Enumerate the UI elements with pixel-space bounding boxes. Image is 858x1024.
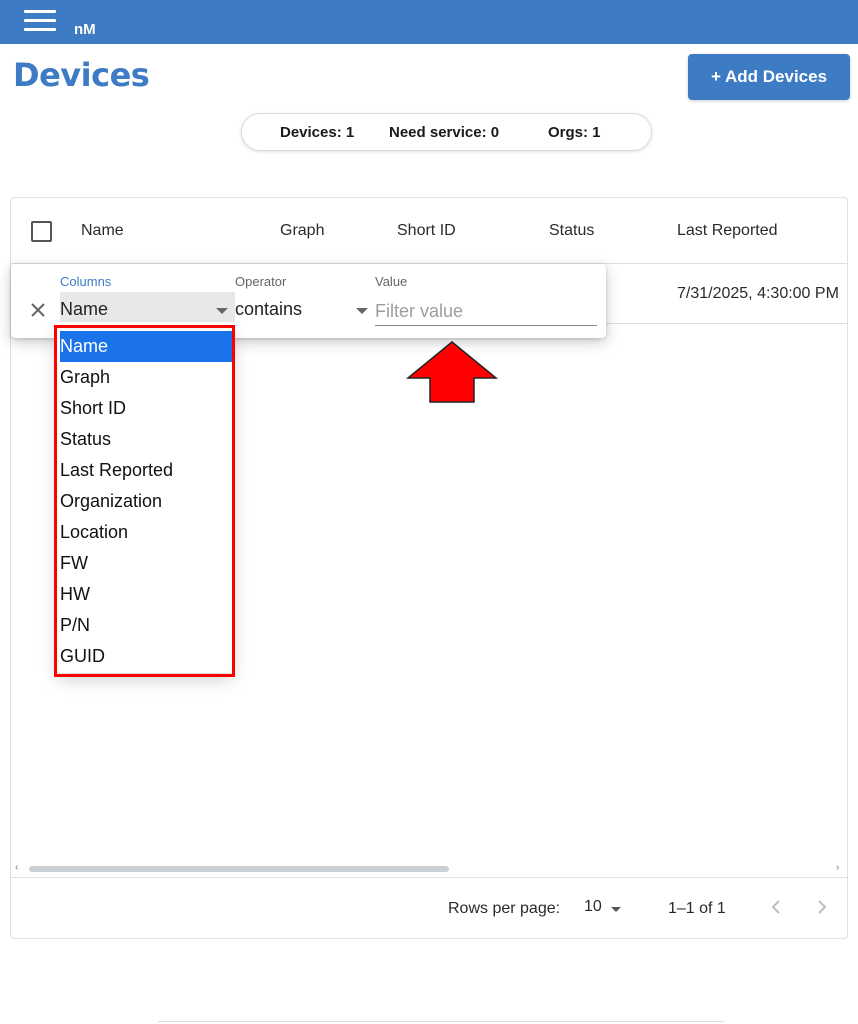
grid-header: Name Graph Short ID Status Last Reported <box>11 198 847 264</box>
next-page-button[interactable] <box>810 892 834 922</box>
app-bar: nM <box>0 0 858 44</box>
need-service-count: Need service: 0 <box>389 124 500 141</box>
operator-select[interactable]: contains <box>235 292 370 322</box>
divider <box>158 1021 724 1022</box>
columns-label: Columns <box>60 274 112 289</box>
operator-label: Operator <box>235 274 287 289</box>
chevron-left-icon <box>771 900 780 914</box>
column-header-status[interactable]: Status <box>549 222 594 240</box>
scroll-left-icon[interactable]: ‹ <box>15 862 18 873</box>
chevron-down-icon <box>216 308 228 314</box>
orgs-count: Orgs: 1 <box>548 124 601 141</box>
pagination-range: 1–1 of 1 <box>668 900 726 917</box>
operator-select-value: contains <box>235 299 303 319</box>
filter-panel: Columns Operator Value Name contains <box>11 264 606 338</box>
column-option-status[interactable]: Status <box>60 424 232 455</box>
column-option-hw[interactable]: HW <box>60 579 232 610</box>
chevron-down-icon <box>356 308 368 314</box>
select-all-checkbox[interactable] <box>31 221 52 242</box>
rows-per-page-select[interactable]: 10 <box>584 898 602 916</box>
horizontal-scrollbar[interactable]: ‹ › <box>11 862 847 876</box>
column-option-guid[interactable]: GUID <box>60 641 232 672</box>
column-select[interactable]: Name <box>60 292 235 322</box>
scroll-right-icon[interactable]: › <box>836 862 839 873</box>
chevron-right-icon <box>818 900 827 914</box>
rows-per-page-dropdown-icon[interactable] <box>611 907 621 912</box>
column-header-short-id[interactable]: Short ID <box>397 222 456 240</box>
column-header-graph[interactable]: Graph <box>280 222 324 240</box>
hamburger-menu-icon[interactable] <box>24 8 58 34</box>
column-header-name[interactable]: Name <box>81 222 124 240</box>
column-select-value: Name <box>60 299 109 319</box>
close-icon <box>31 303 45 317</box>
value-label: Value <box>375 274 408 289</box>
column-header-last-reported[interactable]: Last Reported <box>677 222 778 240</box>
device-summary: Devices: 1 Need service: 0 Orgs: 1 <box>241 113 652 151</box>
last-reported-cell: 7/31/2025, 4:30:00 PM <box>677 285 839 302</box>
filter-value-input[interactable] <box>375 298 597 326</box>
page-title: Devices <box>13 56 150 94</box>
rows-per-page-label: Rows per page: <box>448 900 561 917</box>
column-option-short-id[interactable]: Short ID <box>60 393 232 424</box>
previous-page-button[interactable] <box>764 892 788 922</box>
column-option-organization[interactable]: Organization <box>60 486 232 517</box>
devices-count: Devices: 1 <box>280 124 355 141</box>
remove-filter-button[interactable] <box>28 300 48 320</box>
column-option-location[interactable]: Location <box>60 517 232 548</box>
column-option-fw[interactable]: FW <box>60 548 232 579</box>
column-option-graph[interactable]: Graph <box>60 362 232 393</box>
annotation-arrow-icon <box>405 341 499 403</box>
app-logo: nM <box>74 21 96 38</box>
column-option-name[interactable]: Name <box>60 331 232 362</box>
add-devices-button[interactable]: + Add Devices <box>688 54 850 100</box>
scrollbar-thumb[interactable] <box>29 866 449 872</box>
column-option-pn[interactable]: P/N <box>60 610 232 641</box>
grid-footer: Rows per page: 10 1–1 of 1 <box>11 877 847 938</box>
column-options-list: Name Graph Short ID Status Last Reported… <box>57 329 232 673</box>
column-option-last-reported[interactable]: Last Reported <box>60 455 232 486</box>
